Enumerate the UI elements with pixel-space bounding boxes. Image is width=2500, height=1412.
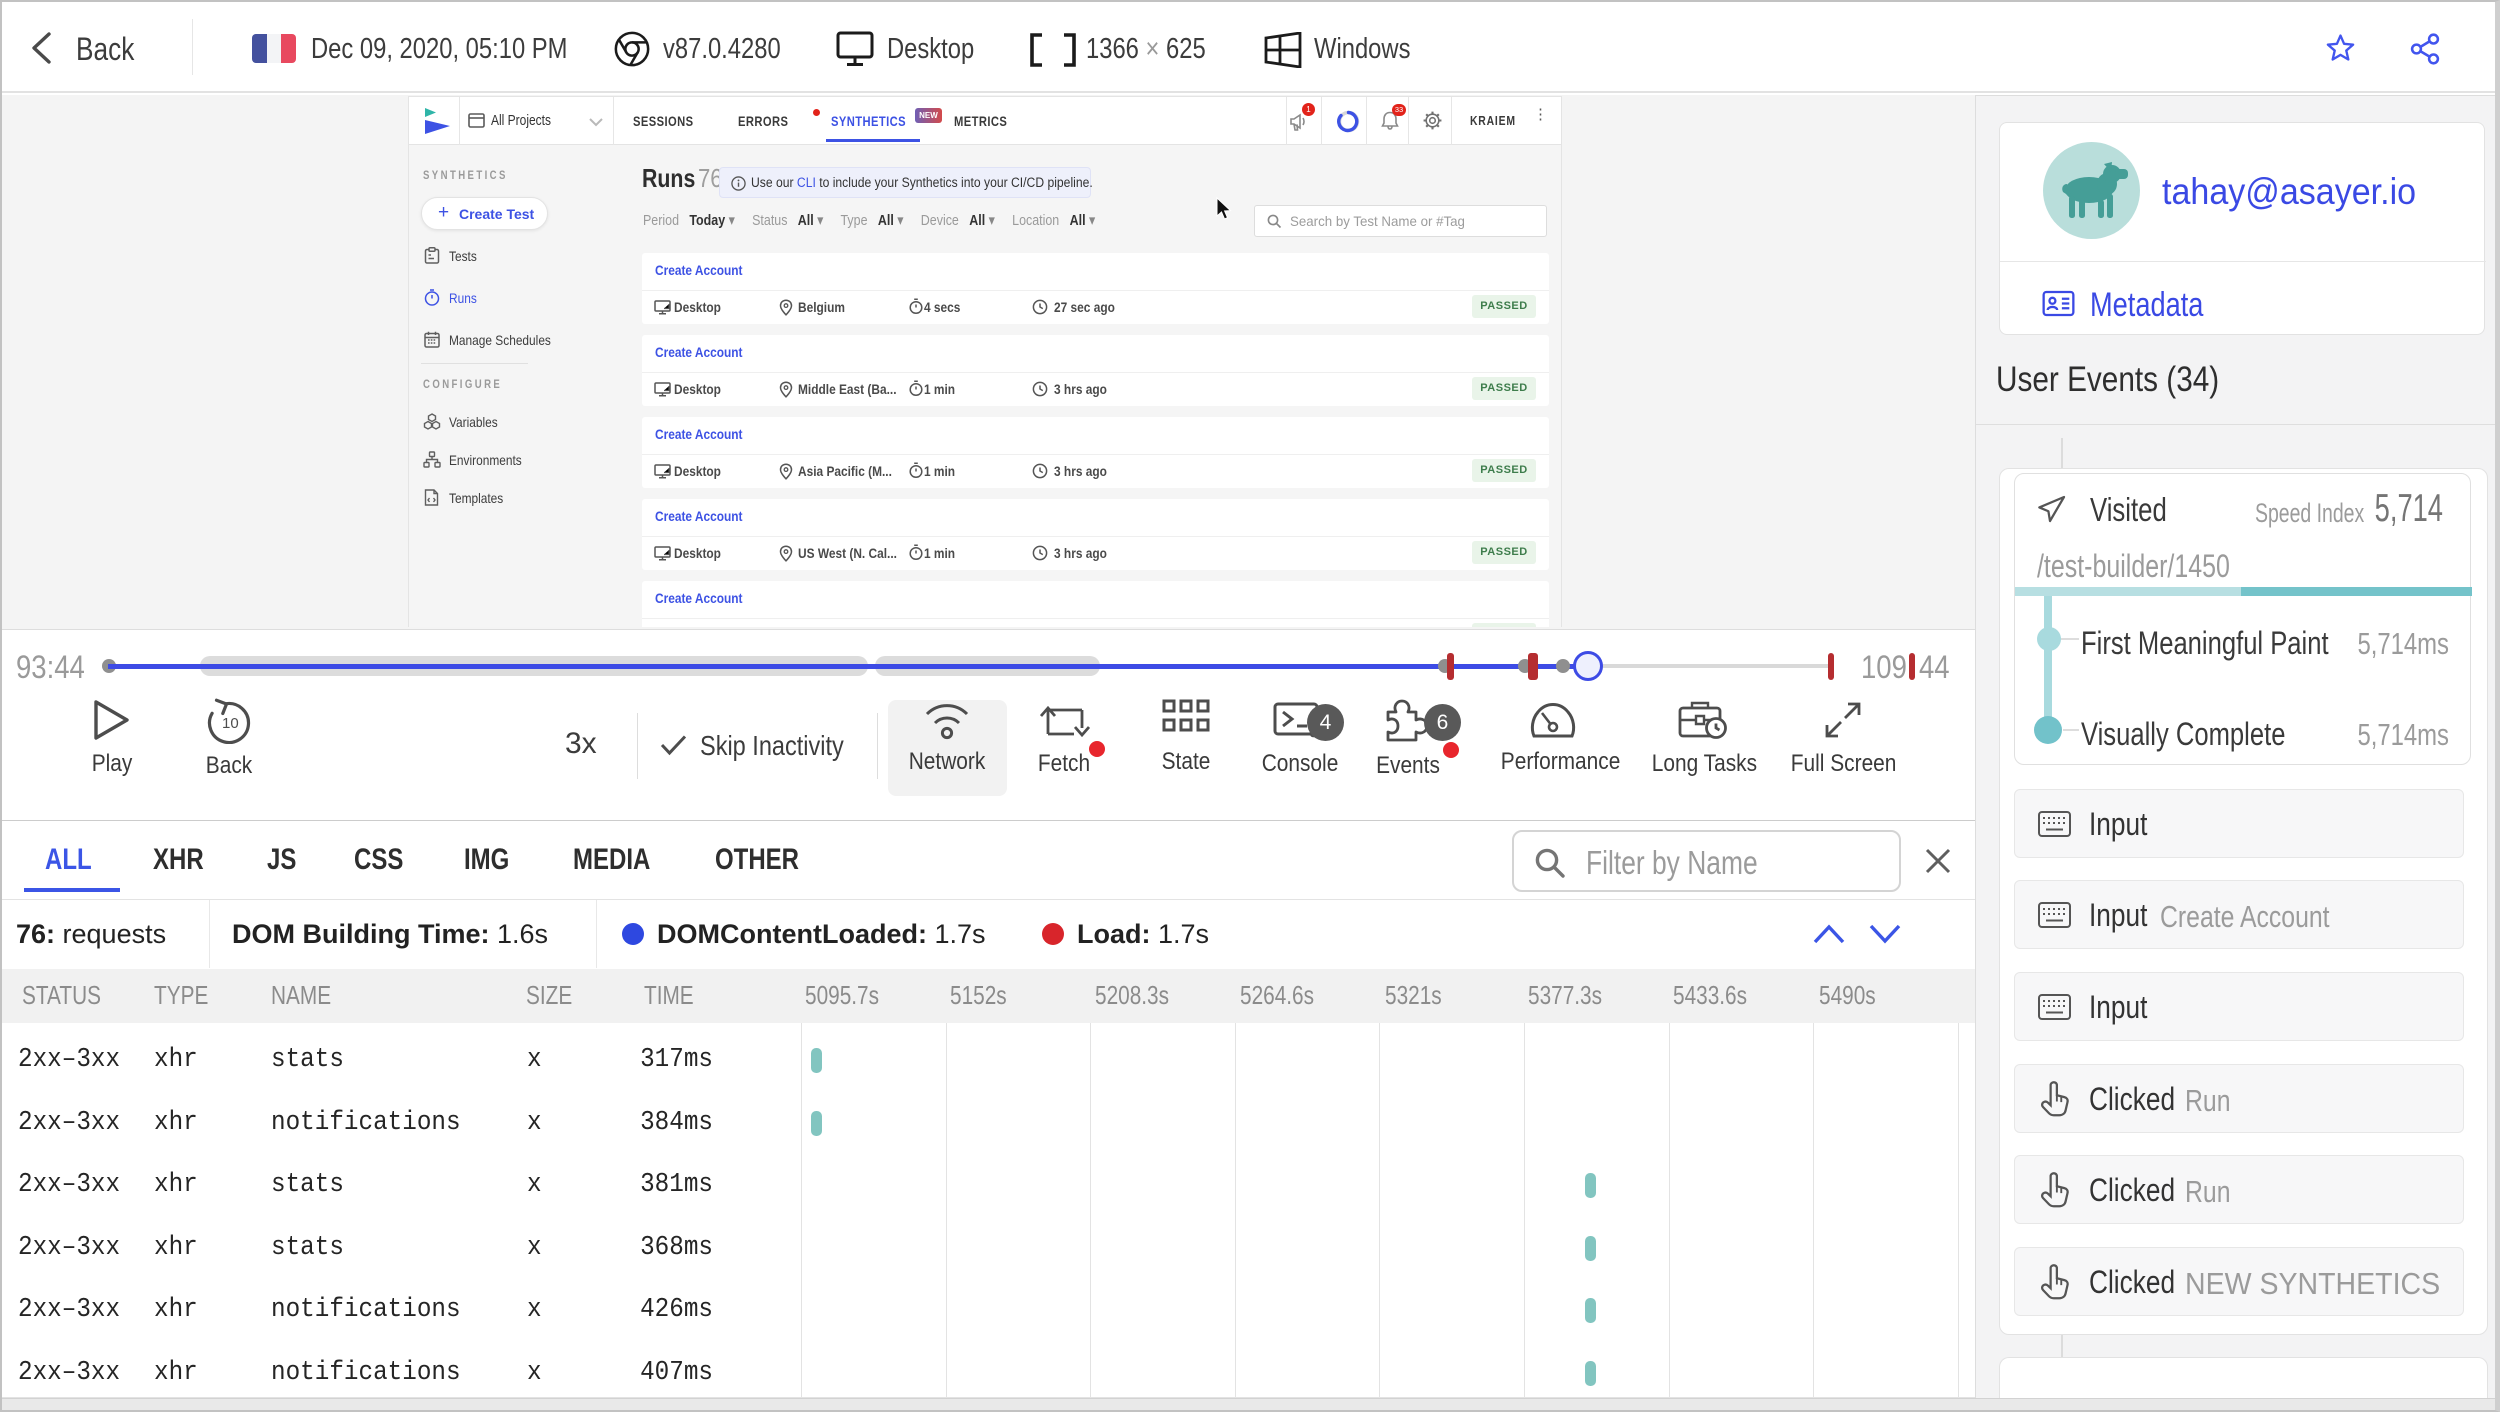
svg-text:10: 10 bbox=[222, 715, 239, 732]
